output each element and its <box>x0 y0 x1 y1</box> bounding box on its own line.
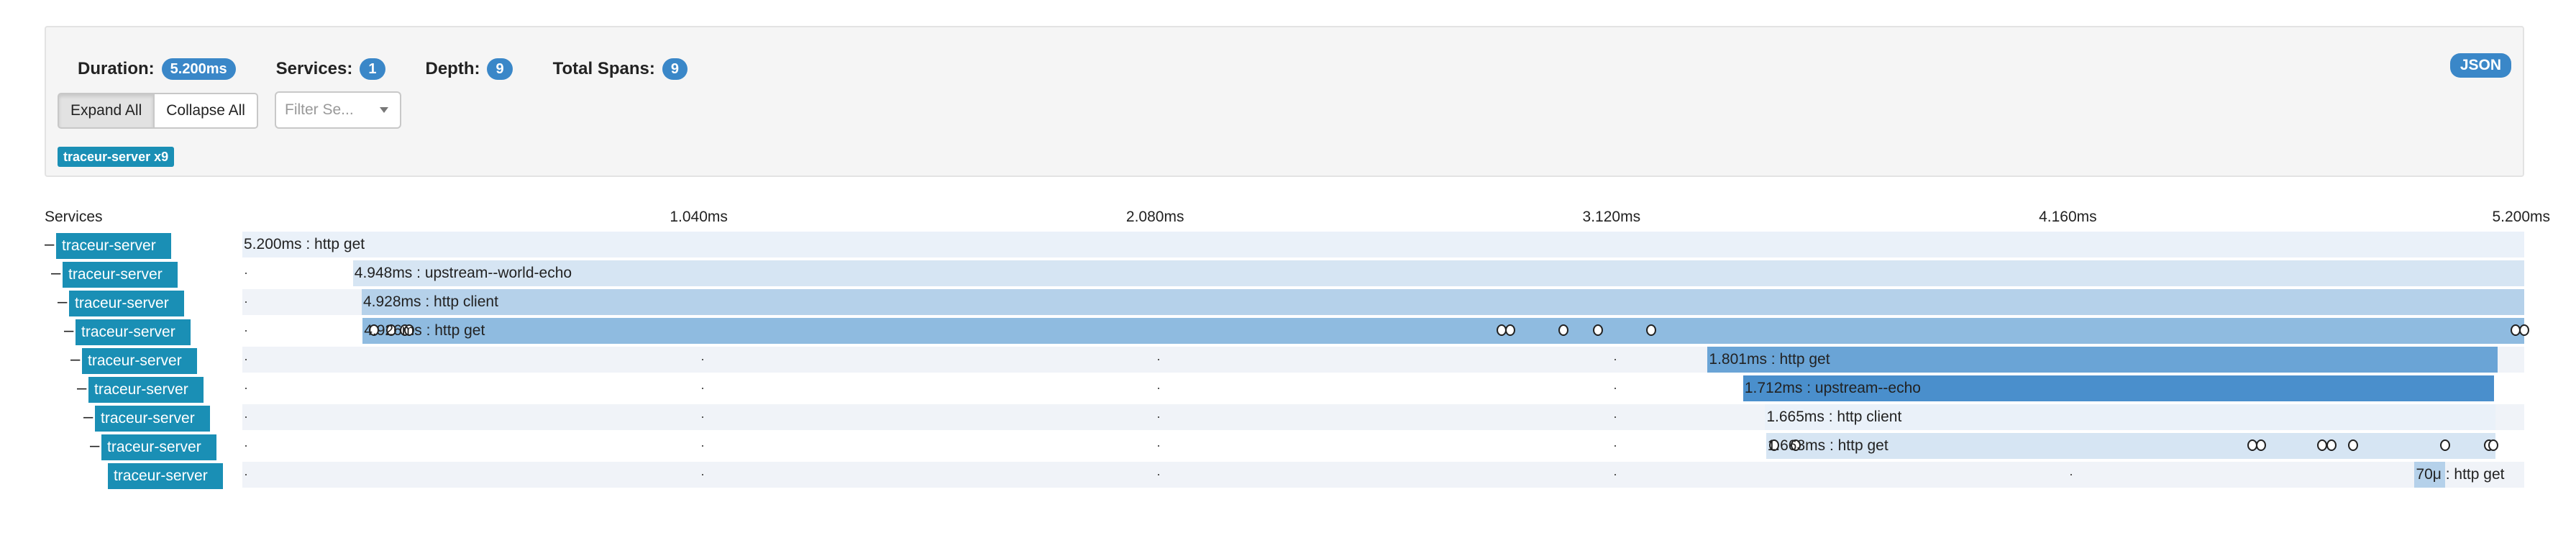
span-label: 70μ : http get <box>2416 466 2505 483</box>
timeline-tick-label: 4.160ms <box>2039 209 2097 225</box>
caret-down-icon <box>380 107 388 113</box>
annotation-marker[interactable] <box>1645 324 1656 336</box>
grid-tick-dot <box>701 474 703 475</box>
span-row[interactable]: traceur-server 70μ : http get <box>0 462 2576 491</box>
depth-label: Depth: <box>425 59 480 78</box>
grid-tick-dot <box>1614 359 1616 360</box>
span-label: 4.928ms : http client <box>362 293 498 310</box>
grid-tick-dot <box>245 445 247 447</box>
timeline-tick-label: 1.040ms <box>670 209 728 225</box>
grid-tick-dot <box>701 416 703 418</box>
collapse-toggle-icon[interactable]: – <box>64 322 73 339</box>
span-service-name[interactable]: traceur-server <box>63 262 178 288</box>
annotation-marker[interactable] <box>2519 324 2529 336</box>
span-duration-bar[interactable] <box>362 318 2524 344</box>
collapse-toggle-icon[interactable]: – <box>58 293 67 311</box>
grid-tick-dot <box>1158 445 1160 447</box>
collapse-toggle-icon[interactable]: – <box>90 437 99 455</box>
span-service-name[interactable]: traceur-server <box>76 319 191 345</box>
timeline-tick-label: 3.120ms <box>1582 209 1641 225</box>
total-spans-badge: 9 <box>662 58 688 80</box>
span-service-name[interactable]: traceur-server <box>69 291 184 316</box>
span-service-name[interactable]: traceur-server <box>108 463 223 489</box>
span-label: 1.712ms : upstream--echo <box>1744 380 1921 396</box>
timeline-tick-label: 2.080ms <box>1125 209 1184 225</box>
span-row-background <box>242 462 2524 488</box>
service-tag-traceur-server[interactable]: traceur-server x9 <box>58 147 175 167</box>
grid-tick-dot <box>2070 474 2073 475</box>
annotation-marker[interactable] <box>1558 324 1568 336</box>
grid-tick-dot <box>701 445 703 447</box>
total-spans-label: Total Spans: <box>552 59 655 78</box>
filter-services-placeholder: Filter Se... <box>285 101 354 118</box>
expand-all-button[interactable]: Expand All <box>58 93 155 129</box>
span-service-name[interactable]: traceur-server <box>95 406 210 432</box>
grid-tick-dot <box>245 416 247 418</box>
collapse-toggle-icon[interactable]: – <box>83 409 93 426</box>
span-row[interactable]: – traceur-server 5.200ms : http get <box>0 232 2576 260</box>
grid-tick-dot <box>701 388 703 389</box>
trace-summary-panel: Duration: 5.200ms Services: 1 Depth: 9 T… <box>45 26 2524 177</box>
grid-tick-dot <box>1614 388 1616 389</box>
span-row[interactable]: – traceur-server 1.665ms : http client <box>0 404 2576 433</box>
depth-badge: 9 <box>487 58 513 80</box>
services-badge: 1 <box>360 58 385 80</box>
grid-tick-dot <box>1158 474 1160 475</box>
grid-tick-dot <box>245 474 247 475</box>
grid-tick-dot <box>1158 359 1160 360</box>
span-row[interactable]: – traceur-server 1.712ms : upstream--echo <box>0 375 2576 404</box>
span-row[interactable]: – traceur-server 4.948ms : upstream--world… <box>0 260 2576 289</box>
json-button[interactable]: JSON <box>2449 53 2511 78</box>
span-service-name[interactable]: traceur-server <box>88 377 204 403</box>
duration-label: Duration: <box>78 59 155 78</box>
depth-summary: Depth: 9 <box>426 58 513 80</box>
annotation-marker[interactable] <box>2348 439 2359 451</box>
span-row[interactable]: – traceur-server 4.926ms : http get <box>0 318 2576 347</box>
filter-services-select[interactable]: Filter Se... <box>275 91 401 129</box>
span-service-name[interactable]: traceur-server <box>82 348 197 374</box>
grid-tick-dot <box>701 359 703 360</box>
services-column-header: Services <box>45 209 103 225</box>
expand-collapse-group: Expand All Collapse All <box>58 93 258 129</box>
annotation-marker[interactable] <box>2255 439 2266 451</box>
span-row[interactable]: – traceur-server 1.801ms : http get <box>0 347 2576 375</box>
grid-tick-dot <box>1158 388 1160 389</box>
span-label: 4.948ms : upstream--world-echo <box>354 265 572 281</box>
grid-tick-dot <box>245 330 247 332</box>
grid-tick-dot <box>1614 416 1616 418</box>
collapse-toggle-icon[interactable]: – <box>51 265 60 282</box>
span-label: 4.926ms : http get <box>364 322 485 339</box>
annotation-marker[interactable] <box>2326 439 2337 451</box>
grid-tick-dot <box>245 273 247 274</box>
collapse-toggle-icon[interactable]: – <box>70 351 80 368</box>
grid-tick-dot <box>245 359 247 360</box>
collapse-toggle-icon[interactable]: – <box>77 380 86 397</box>
span-duration-bar[interactable] <box>352 260 2524 286</box>
span-duration-bar[interactable] <box>361 289 2524 315</box>
span-label: 1.801ms : http get <box>1709 351 1830 368</box>
grid-tick-dot <box>245 301 247 303</box>
span-label: 1.665ms : http client <box>1766 409 1902 425</box>
services-summary: Services: 1 <box>276 58 385 80</box>
span-service-name[interactable]: traceur-server <box>101 434 216 460</box>
services-label: Services: <box>275 59 353 78</box>
grid-tick-dot <box>245 388 247 389</box>
timeline-tick-label: 5.200ms <box>2492 209 2550 225</box>
span-label: 1.663ms : http get <box>1767 437 1888 454</box>
collapse-toggle-icon[interactable]: – <box>45 236 54 253</box>
total-spans-summary: Total Spans: 9 <box>553 58 688 80</box>
span-duration-bar[interactable] <box>242 232 2524 257</box>
span-row[interactable]: – traceur-server 1.663ms : http get <box>0 433 2576 462</box>
span-service-name[interactable]: traceur-server <box>56 233 171 259</box>
trace-summary: Duration: 5.200ms Services: 1 Depth: 9 T… <box>78 55 728 83</box>
collapse-all-button[interactable]: Collapse All <box>155 93 258 129</box>
grid-tick-dot <box>1614 474 1616 475</box>
span-row[interactable]: – traceur-server 4.928ms : http client <box>0 289 2576 318</box>
grid-tick-dot <box>1614 445 1616 447</box>
duration-summary: Duration: 5.200ms <box>78 58 236 80</box>
span-label: 5.200ms : http get <box>244 236 365 252</box>
duration-badge: 5.200ms <box>161 58 236 80</box>
grid-tick-dot <box>1158 416 1160 418</box>
